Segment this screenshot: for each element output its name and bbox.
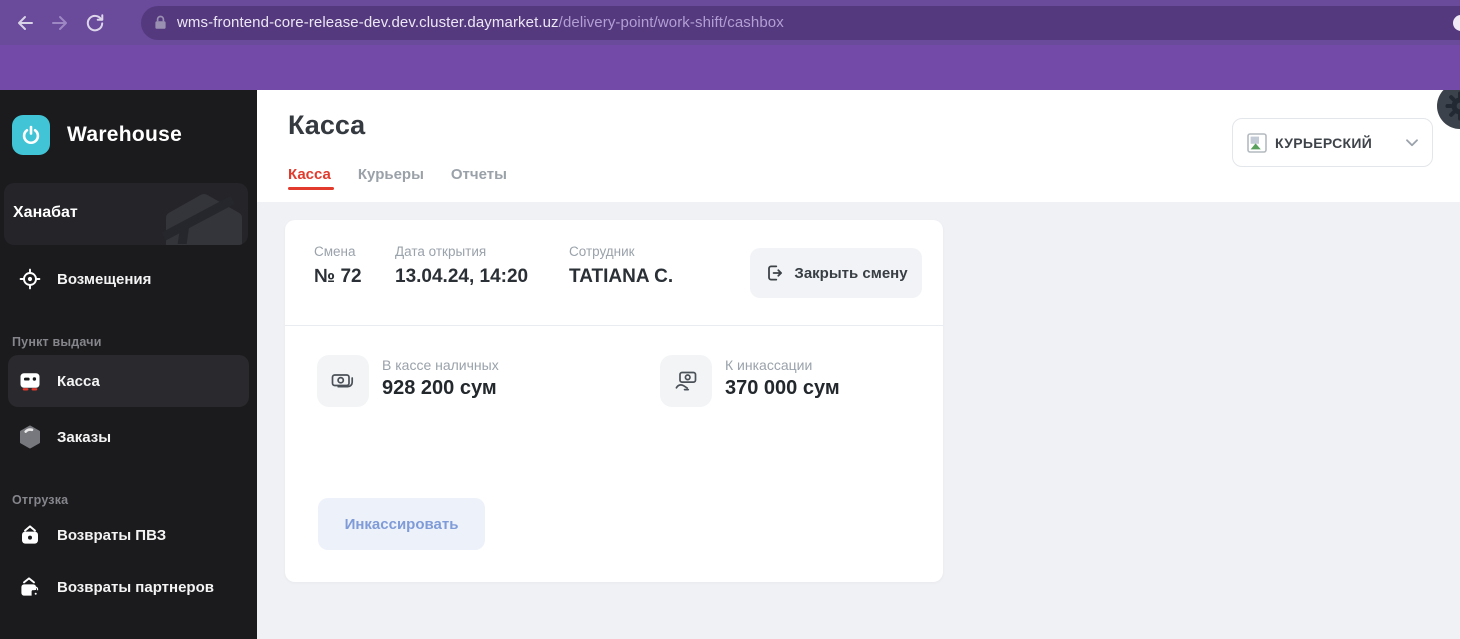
box-silhouette-icon xyxy=(161,194,242,245)
sidebar-item-label: Возвраты ПВЗ xyxy=(57,526,167,544)
close-shift-label: Закрыть смену xyxy=(794,264,908,282)
sidebar-item-returns-pvz[interactable]: Возвраты ПВЗ xyxy=(8,513,249,557)
card-divider xyxy=(285,325,943,326)
sidebar-item-label: Возвраты партнеров xyxy=(57,578,214,596)
brand-name: Warehouse xyxy=(67,123,183,146)
sidebar-section-pickup-point: Пункт выдачи xyxy=(12,335,102,349)
reload-icon[interactable] xyxy=(84,12,106,34)
stat-label: В кассе наличных xyxy=(382,357,499,373)
page-title: Касса xyxy=(288,110,366,140)
employee-field: Сотрудник TATIANA C. xyxy=(569,244,673,288)
logout-icon xyxy=(768,265,783,281)
field-label: Дата открытия xyxy=(395,244,487,259)
shift-card: Смена № 72 Дата открытия 13.04.24, 14:20… xyxy=(285,220,943,582)
bookmarks-strip xyxy=(0,45,1460,90)
location-name: Ханабат xyxy=(13,204,78,221)
delivery-type-select[interactable]: КУРЬЕРСКИЙ xyxy=(1232,118,1433,167)
location-card[interactable]: Ханабат xyxy=(4,183,248,245)
open-date-field: Дата открытия 13.04.24, 14:20 xyxy=(395,244,528,288)
tab-bar: Касса Курьеры Отчеты xyxy=(288,166,507,190)
tab-reports[interactable]: Отчеты xyxy=(451,166,507,183)
shift-number-field: Смена № 72 xyxy=(314,244,362,288)
sidebar-item-label: Возмещения xyxy=(57,270,152,288)
lock-icon xyxy=(155,15,166,29)
field-value: 13.04.24, 14:20 xyxy=(395,266,529,287)
stat-label: К инкассации xyxy=(725,357,813,373)
delivery-type-value: КУРЬЕРСКИЙ xyxy=(1275,134,1373,151)
url-host: wms-frontend-core-release-dev.dev.cluste… xyxy=(177,14,559,31)
image-placeholder-icon xyxy=(1247,132,1267,153)
wallet-icon xyxy=(18,576,42,598)
bag-icon xyxy=(18,524,42,546)
power-icon xyxy=(12,115,50,155)
package-icon xyxy=(18,425,42,449)
field-label: Смена xyxy=(314,244,356,259)
sidebar-item-reimbursements[interactable]: Возмещения xyxy=(8,257,249,301)
sidebar-item-label: Касса xyxy=(57,372,100,390)
banknotes-icon xyxy=(317,355,369,407)
stat-value: 370 000 сум xyxy=(725,377,840,399)
sidebar-item-cashbox[interactable]: Касса xyxy=(8,355,249,407)
sidebar-section-shipping: Отгрузка xyxy=(12,493,69,507)
main-area: Касса Касса Курьеры Отчеты КУРЬЕРСКИЙ См… xyxy=(257,90,1460,639)
sidebar: Warehouse Ханабат Возмещения Пункт выдач… xyxy=(0,90,257,639)
collect-button[interactable]: Инкассировать xyxy=(318,498,485,550)
sidebar-item-label: Заказы xyxy=(57,428,112,446)
target-icon xyxy=(18,268,42,290)
url-path: /delivery-point/work-shift/cashbox xyxy=(558,14,784,31)
chevron-down-icon xyxy=(1406,138,1418,147)
browser-address-bar[interactable]: wms-frontend-core-release-dev.dev.cluste… xyxy=(141,5,1460,40)
close-shift-button[interactable]: Закрыть смену xyxy=(750,248,922,298)
stat-value: 928 200 сум xyxy=(382,377,497,399)
field-value: TATIANA C. xyxy=(569,266,674,287)
url-text: wms-frontend-core-release-dev.dev.cluste… xyxy=(177,14,784,31)
field-label: Сотрудник xyxy=(569,244,635,259)
app-window: Warehouse Ханабат Возмещения Пункт выдач… xyxy=(0,90,1460,639)
tab-cashbox[interactable]: Касса xyxy=(288,166,334,190)
sidebar-item-returns-partners[interactable]: Возвраты партнеров xyxy=(8,565,249,609)
tab-couriers[interactable]: Курьеры xyxy=(358,166,424,183)
field-value: № 72 xyxy=(314,266,362,287)
cash-collect-icon xyxy=(660,355,712,407)
content-area: Смена № 72 Дата открытия 13.04.24, 14:20… xyxy=(257,202,1460,639)
forward-icon[interactable] xyxy=(49,12,71,34)
sidebar-item-orders[interactable]: Заказы xyxy=(8,415,249,459)
browser-toolbar: wms-frontend-core-release-dev.dev.cluste… xyxy=(0,0,1460,45)
address-bar-action-icon[interactable] xyxy=(1453,14,1460,31)
sidebar-nav: Возмещения Пункт выдачи Касса Заказы Отг… xyxy=(0,257,257,609)
page-header: Касса Касса Курьеры Отчеты КУРЬЕРСКИЙ xyxy=(257,90,1460,202)
back-icon[interactable] xyxy=(14,12,36,34)
cash-register-icon xyxy=(18,370,42,392)
brand-logo[interactable]: Warehouse xyxy=(12,115,257,155)
gear-icon xyxy=(1445,91,1460,121)
